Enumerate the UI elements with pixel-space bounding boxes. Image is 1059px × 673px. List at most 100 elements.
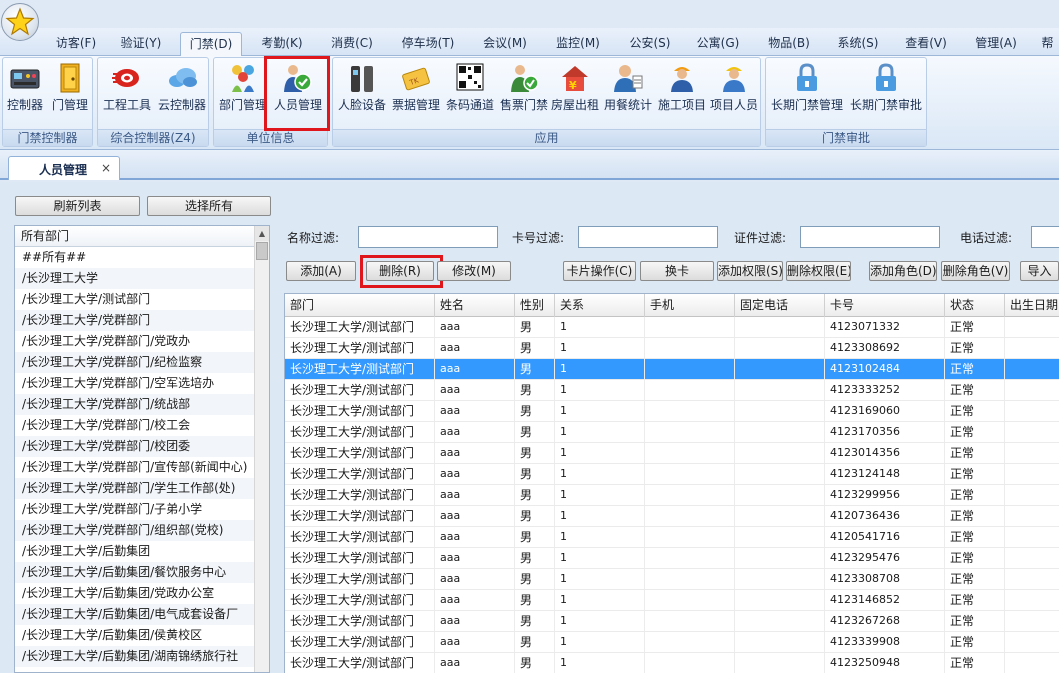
delete-role-button[interactable]: 删除角色(V) [941,261,1010,281]
header-col-card-no[interactable]: 卡号 [825,294,945,317]
add-role-button[interactable]: 添加角色(D) [869,261,937,281]
table-row[interactable]: 长沙理工大学/测试部门 aaa 男 1 4123146852 正常 [285,590,1059,611]
select-all-button[interactable]: 选择所有 [147,196,271,216]
table-row[interactable]: 长沙理工大学/测试部门 aaa 男 1 4120541716 正常 [285,527,1059,548]
table-row[interactable]: 长沙理工大学/测试部门 aaa 男 1 4123299956 正常 [285,485,1059,506]
menu-tab-meeting[interactable]: 会议(M) [474,32,536,56]
department-item[interactable]: /长沙理工大学/党群部门/党政办 [15,331,255,352]
department-scrollbar[interactable]: ▲ [254,226,269,672]
table-row[interactable]: 长沙理工大学/测试部门 aaa 男 1 4123071332 正常 [285,317,1059,338]
long-term-access-manage-button[interactable]: 长期门禁管理 [768,60,846,116]
face-device-button[interactable]: 人脸设备 [335,60,389,116]
table-row[interactable]: 长沙理工大学/测试部门 aaa 男 1 4123333252 正常 [285,380,1059,401]
department-item[interactable]: /长沙理工大学/党群部门/学生工作部(处) [15,478,255,499]
id-filter-input[interactable] [800,226,940,248]
project-staff-button[interactable]: 项目人员 [707,60,761,116]
scroll-thumb[interactable] [256,242,268,260]
house-rent-button[interactable]: ¥ 房屋出租 [549,60,601,116]
delete-permission-button[interactable]: 删除权限(E) [786,261,851,281]
menu-tab-parking[interactable]: 停车场(T) [392,32,464,56]
department-manage-button[interactable]: 部门管理 [216,60,270,116]
header-col-status[interactable]: 状态 [945,294,1005,317]
header-col-department[interactable]: 部门 [285,294,435,317]
table-row[interactable]: 长沙理工大学/测试部门 aaa 男 1 4123014356 正常 [285,443,1059,464]
app-menu-orb-button[interactable] [1,3,39,41]
table-row[interactable]: 长沙理工大学/测试部门 aaa 男 1 4123295476 正常 [285,548,1059,569]
header-col-landline[interactable]: 固定电话 [735,294,825,317]
department-item[interactable]: /长沙理工大学/党群部门 [15,310,255,331]
menu-tab-help[interactable]: 帮 [1036,32,1059,56]
department-item[interactable]: /长沙理工大学/后勤集团/湖南锦绣旅行社 [15,646,255,667]
tab-personnel-manage[interactable]: 人员管理 × [8,156,120,180]
menu-tab-consume[interactable]: 消费(C) [322,32,382,56]
department-item[interactable]: /长沙理工大学/后勤集团/电气成套设备厂 [15,604,255,625]
table-row[interactable]: 长沙理工大学/测试部门 aaa 男 1 4123102484 正常 [285,359,1059,380]
menu-tab-access-control[interactable]: 门禁(D) [180,32,242,56]
cloud-controller-button[interactable]: 云控制器 [156,60,208,116]
card-operation-button[interactable]: 卡片操作(C) [563,261,636,281]
personnel-manage-button[interactable]: 人员管理 [270,60,326,116]
table-row[interactable]: 长沙理工大学/测试部门 aaa 男 1 4123308692 正常 [285,338,1059,359]
menu-tab-manage[interactable]: 管理(A) [964,32,1028,56]
department-item[interactable]: /长沙理工大学/党群部门/空军选培办 [15,373,255,394]
department-item[interactable]: /长沙理工大学/后勤集团/餐饮服务中心 [15,562,255,583]
barcode-channel-button[interactable]: 条码通道 [443,60,497,116]
add-permission-button[interactable]: 添加权限(S) [717,261,783,281]
dining-stats-button[interactable]: 用餐统计 [601,60,655,116]
scroll-up-icon[interactable]: ▲ [255,226,269,241]
menu-tab-police[interactable]: 公安(S) [620,32,680,56]
phone-filter-input[interactable] [1031,226,1059,248]
add-button[interactable]: 添加(A) [286,261,356,281]
close-icon[interactable]: × [101,161,111,175]
department-item[interactable]: ##所有## [15,247,255,268]
engineering-tool-button[interactable]: 工程工具 [100,60,154,116]
department-item[interactable]: /长沙理工大学/党群部门/宣传部(新闻中心) [15,457,255,478]
header-col-name[interactable]: 姓名 [435,294,515,317]
menu-tab-monitor[interactable]: 监控(M) [546,32,610,56]
card-filter-input[interactable] [578,226,718,248]
department-item[interactable]: /长沙理工大学/后勤集团 [15,541,255,562]
department-item[interactable]: /长沙理工大学/党群部门/子弟小学 [15,499,255,520]
ticket-gate-button[interactable]: 售票门禁 [497,60,551,116]
header-col-gender[interactable]: 性别 [515,294,555,317]
door-manage-button[interactable]: 门管理 [49,60,91,116]
table-row[interactable]: 长沙理工大学/测试部门 aaa 男 1 4123339908 正常 [285,632,1059,653]
table-row[interactable]: 长沙理工大学/测试部门 aaa 男 1 4120736436 正常 [285,506,1059,527]
table-row[interactable]: 长沙理工大学/测试部门 aaa 男 1 4123250948 正常 [285,653,1059,673]
long-term-access-approve-button[interactable]: 长期门禁审批 [846,60,926,116]
table-row[interactable]: 长沙理工大学/测试部门 aaa 男 1 4123170356 正常 [285,422,1059,443]
delete-button[interactable]: 删除(R) [366,261,434,281]
table-row[interactable]: 长沙理工大学/测试部门 aaa 男 1 4123169060 正常 [285,401,1059,422]
department-item[interactable]: /长沙理工大学/党群部门/纪检监察 [15,352,255,373]
header-col-relation[interactable]: 关系 [555,294,645,317]
swap-card-button[interactable]: 换卡 [640,261,714,281]
menu-tab-system[interactable]: 系统(S) [828,32,888,56]
header-col-mobile[interactable]: 手机 [645,294,735,317]
table-row[interactable]: 长沙理工大学/测试部门 aaa 男 1 4123267268 正常 [285,611,1059,632]
department-item[interactable]: /长沙理工大学/党群部门/统战部 [15,394,255,415]
edit-button[interactable]: 修改(M) [437,261,511,281]
menu-tab-apartment[interactable]: 公寓(G) [688,32,748,56]
ticket-manage-button[interactable]: TK 票据管理 [389,60,443,116]
import-button[interactable]: 导入 [1020,261,1059,281]
name-filter-input[interactable] [358,226,498,248]
department-item[interactable]: /长沙理工大学/党群部门/校团委 [15,436,255,457]
refresh-list-button[interactable]: 刷新列表 [15,196,140,216]
cell-relation: 1 [555,380,645,400]
menu-tab-items[interactable]: 物品(B) [758,32,820,56]
department-item[interactable]: /长沙理工大学/后勤集团/党政办公室 [15,583,255,604]
menu-tab-visitor[interactable]: 访客(F) [50,32,102,56]
construction-project-button[interactable]: 施工项目 [655,60,709,116]
department-item[interactable]: /长沙理工大学/党群部门/组织部(党校) [15,520,255,541]
table-row[interactable]: 长沙理工大学/测试部门 aaa 男 1 4123308708 正常 [285,569,1059,590]
menu-tab-view[interactable]: 查看(V) [896,32,956,56]
menu-tab-attendance[interactable]: 考勤(K) [252,32,312,56]
department-item[interactable]: /长沙理工大学/后勤集团/侯黄校区 [15,625,255,646]
table-row[interactable]: 长沙理工大学/测试部门 aaa 男 1 4123124148 正常 [285,464,1059,485]
header-col-birthdate[interactable]: 出生日期 [1005,294,1059,317]
department-item[interactable]: /长沙理工大学/测试部门 [15,289,255,310]
menu-tab-verify[interactable]: 验证(Y) [112,32,170,56]
controller-button[interactable]: 控制器 [5,60,45,116]
department-item[interactable]: /长沙理工大学/党群部门/校工会 [15,415,255,436]
department-item[interactable]: /长沙理工大学 [15,268,255,289]
